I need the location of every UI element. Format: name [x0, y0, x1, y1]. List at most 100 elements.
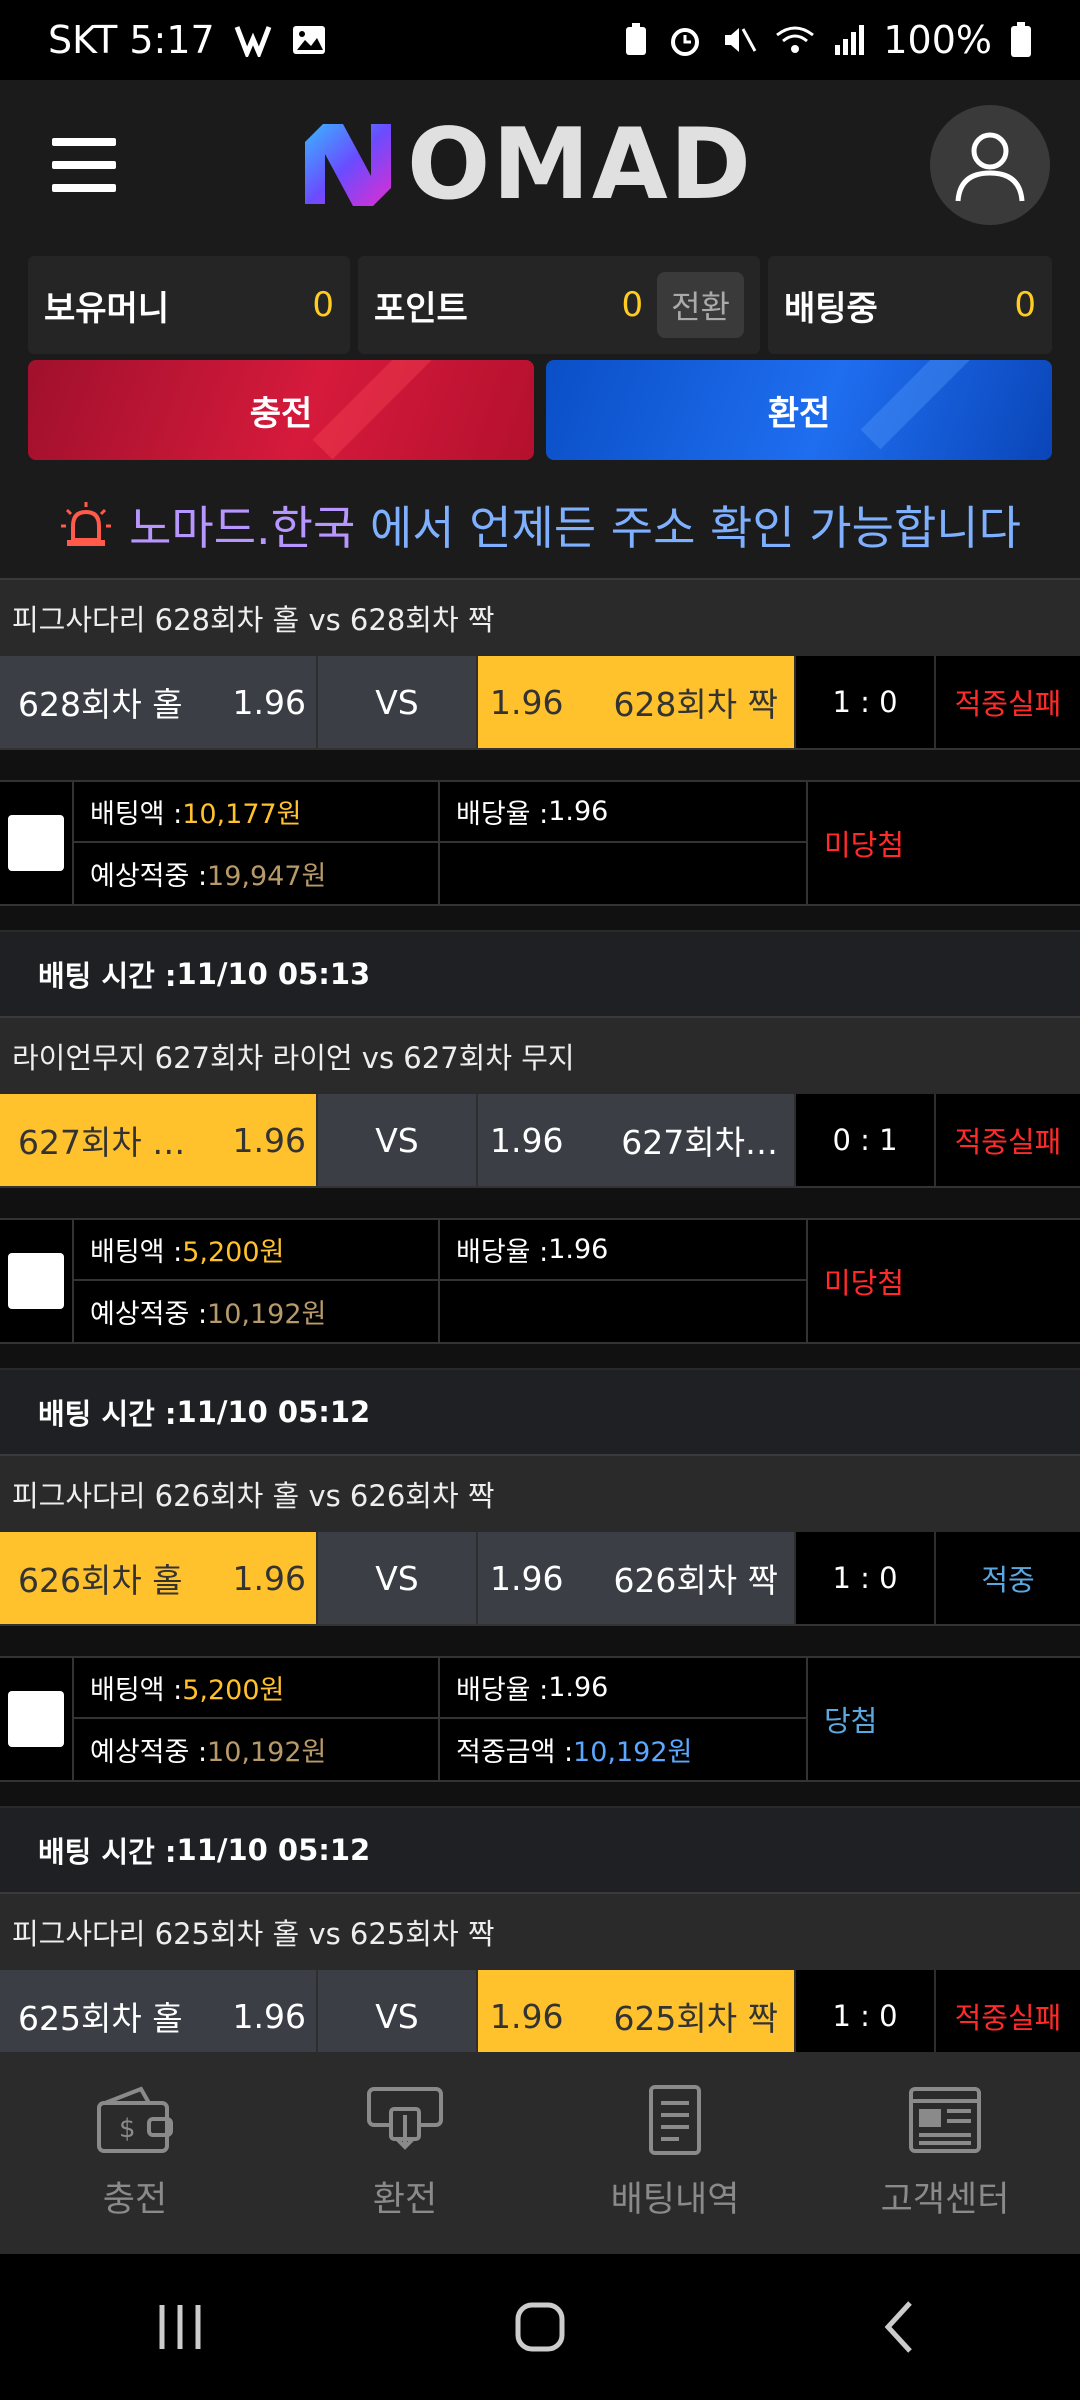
bet-rate: 1.96	[548, 1672, 609, 1703]
bet-detail: 배팅액 : 10,177원 배당율 : 1.96 예상적중 : 19,947원 …	[0, 780, 1080, 906]
bet-rate: 1.96	[548, 796, 609, 827]
left-team-name: 626회차 홀	[18, 1561, 183, 1600]
charge-button[interactable]: 충전	[28, 360, 534, 460]
win-amount-cell	[440, 1281, 808, 1342]
game-row: 626회차 홀 1.96 VS 1.96 626회차 짝 1 : 0 적중	[0, 1532, 1080, 1626]
siren-icon	[61, 502, 112, 546]
exchange-button[interactable]: 환전	[546, 360, 1052, 460]
wifi-icon	[775, 23, 815, 57]
notice-text: 에서 언제든 주소 확인 가능합니다	[369, 501, 1021, 555]
vs-label: VS	[318, 656, 478, 748]
right-team-option[interactable]: 1.96 628회차 짝	[478, 656, 796, 748]
game-result: 적중	[936, 1532, 1080, 1624]
bet-rate-cell: 배당율 : 1.96	[440, 1658, 808, 1719]
back-icon[interactable]	[870, 2297, 930, 2357]
bet-detail: 배팅액 : 5,200원 배당율 : 1.96 예상적중 : 10,192원 적…	[0, 1656, 1080, 1782]
bet-amount-label: 배팅액 :	[90, 1675, 183, 1706]
right-team-odds: 1.96	[490, 1996, 564, 2036]
bet-time-label: 배팅 시간 :	[38, 959, 177, 993]
balance-point-value: 0	[621, 285, 644, 325]
game-result: 적중실패	[936, 1970, 1080, 2052]
point-convert-button[interactable]: 전환	[657, 272, 744, 338]
game-row: 628회차 홀 1.96 VS 1.96 628회차 짝 1 : 0 적중실패	[0, 656, 1080, 750]
bet-status: 당첨	[824, 1704, 878, 1738]
app-notification-icon	[233, 23, 273, 57]
bet-amount: 5,200원	[182, 1237, 285, 1268]
left-team-option[interactable]: 625회차 홀 1.96	[0, 1970, 318, 2052]
left-team-odds: 1.96	[232, 1996, 306, 2036]
bet-amount-label: 배팅액 :	[90, 1237, 183, 1268]
right-team-option[interactable]: 1.96 627회차…	[478, 1094, 796, 1186]
right-team-option[interactable]: 1.96 626회차 짝	[478, 1532, 796, 1624]
svg-text:$: $	[119, 2114, 136, 2144]
exchange-button-label: 환전	[767, 393, 831, 434]
nav-charge-label: 충전	[102, 2179, 168, 2220]
right-team-name: 627회차…	[621, 1123, 778, 1162]
left-team-name: 625회차 홀	[18, 1999, 183, 2038]
expected-amount: 19,947원	[207, 861, 327, 892]
right-team-odds: 1.96	[490, 1558, 564, 1598]
gallery-icon	[291, 24, 327, 56]
battery-percent: 100%	[883, 18, 992, 62]
bet-rate-cell: 배당율 : 1.96	[440, 1220, 808, 1281]
balance-point: 포인트 0 전환	[358, 256, 760, 354]
game-score: 0 : 1	[796, 1094, 936, 1186]
balance-money: 보유머니 0	[28, 256, 350, 354]
bet-rate-label: 배당율 :	[456, 1675, 549, 1706]
vs-label: VS	[318, 1094, 478, 1186]
win-amount: 10,192원	[573, 1737, 693, 1768]
bet-rate: 1.96	[548, 1234, 609, 1265]
app-header: OMAD	[0, 80, 1080, 250]
mute-icon	[721, 23, 757, 57]
nav-support[interactable]: 고객센터	[810, 2085, 1080, 2222]
decor-streak	[312, 360, 432, 460]
nav-bet-history[interactable]: 배팅내역	[540, 2084, 810, 2222]
nav-exchange[interactable]: 환전	[270, 2085, 540, 2222]
bet-select-checkbox[interactable]	[8, 1691, 64, 1747]
bet-select-checkbox[interactable]	[8, 815, 64, 871]
logo-text: OMAD	[406, 108, 754, 222]
action-buttons: 충전 환전	[0, 360, 1080, 470]
menu-icon[interactable]	[52, 138, 116, 192]
bet-amount-label: 배팅액 :	[90, 799, 183, 830]
bet-history-list: 피그사다리 628회차 홀 vs 628회차 짝 628회차 홀 1.96 VS…	[0, 578, 1080, 2052]
bet-select-checkbox[interactable]	[8, 1253, 64, 1309]
bottom-nav: $ 충전 환전 배팅내역 고객센터	[0, 2052, 1080, 2254]
right-team-option[interactable]: 1.96 625회차 짝	[478, 1970, 796, 2052]
right-team-odds: 1.96	[490, 1120, 564, 1160]
nav-charge[interactable]: $ 충전	[0, 2085, 270, 2222]
balance-money-label: 보유머니	[44, 288, 170, 329]
bet-amount-cell: 배팅액 : 5,200원	[74, 1658, 440, 1719]
bet-time: 배팅 시간 : 11/10 05:13	[0, 930, 1080, 1016]
user-icon	[955, 132, 1025, 202]
system-nav-bar	[0, 2254, 1080, 2400]
decor-streak	[860, 360, 980, 450]
game-title: 피그사다리 628회차 홀 vs 628회차 짝	[0, 578, 1080, 656]
expected-amount: 10,192원	[207, 1737, 327, 1768]
home-icon[interactable]	[510, 2297, 570, 2357]
nav-exchange-label: 환전	[372, 2179, 438, 2220]
notice-site: 노마드.한국	[129, 501, 356, 555]
nomad-logo[interactable]: OMAD	[293, 108, 753, 222]
game-row: 627회차 … 1.96 VS 1.96 627회차… 0 : 1 적중실패	[0, 1094, 1080, 1188]
carrier-time: SKT 5:17	[48, 18, 215, 62]
game-title: 라이언무지 627회차 라이언 vs 627회차 무지	[0, 1016, 1080, 1094]
right-team-name: 626회차 짝	[613, 1561, 778, 1600]
left-team-option[interactable]: 628회차 홀 1.96	[0, 656, 318, 748]
left-team-option[interactable]: 626회차 홀 1.96	[0, 1532, 318, 1624]
bet-status: 미당첨	[824, 1266, 905, 1300]
left-team-option[interactable]: 627회차 … 1.96	[0, 1094, 318, 1186]
profile-avatar[interactable]	[930, 105, 1050, 225]
recent-apps-icon[interactable]	[150, 2297, 210, 2357]
bet-time-value: 11/10 05:12	[176, 1833, 371, 1867]
logo-mark-icon	[304, 124, 391, 206]
address-notice: 노마드.한국 에서 언제든 주소 확인 가능합니다	[0, 470, 1080, 580]
bet-amount: 5,200원	[182, 1675, 285, 1706]
nav-support-label: 고객센터	[880, 2179, 1010, 2220]
signal-icon	[833, 23, 865, 57]
win-amount-cell: 적중금액 : 10,192원	[440, 1719, 808, 1780]
bet-rate-label: 배당율 :	[456, 1237, 549, 1268]
wallet-icon: $	[97, 2086, 173, 2153]
game-result: 적중실패	[936, 1094, 1080, 1186]
atm-withdraw-icon	[367, 2086, 443, 2150]
